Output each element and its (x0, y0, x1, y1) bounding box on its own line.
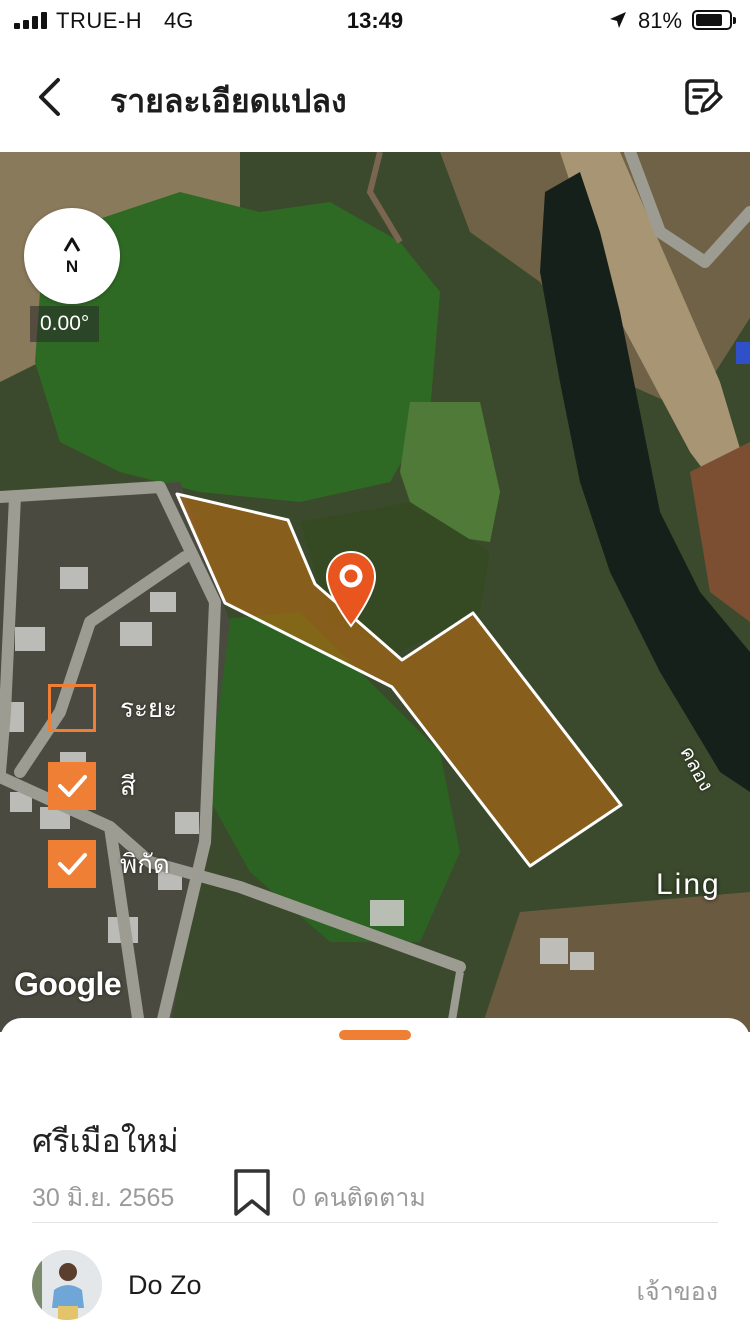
layer-toggle-coordinates[interactable]: พิกัด (48, 840, 170, 888)
follower-count: 0 คนติดตาม (292, 1184, 426, 1212)
checkmark-icon (58, 775, 87, 797)
checkmark-icon (58, 853, 87, 875)
edit-note-icon (685, 79, 723, 115)
color-label: สี (120, 770, 136, 801)
bookmark-icon[interactable] (232, 1168, 272, 1218)
avatar-photo (32, 1250, 102, 1320)
owner-avatar[interactable] (32, 1250, 102, 1320)
divider (32, 1222, 718, 1223)
plot-info-sheet: ศรีเมือใหม่ 30 มิ.ย. 2565 0 คนติดตาม Do … (0, 1018, 750, 1334)
owner-role: เจ้าของ (636, 1278, 718, 1306)
place-label: Ling (656, 868, 721, 901)
map-pin-icon[interactable] (325, 550, 377, 630)
chevron-left-icon (39, 78, 60, 116)
sheet-drag-handle[interactable] (339, 1030, 411, 1040)
page-title: รายละเอียดแปลง (110, 83, 347, 119)
back-button[interactable] (26, 74, 72, 120)
navigation-bar: รายละเอียดแปลง (0, 40, 750, 152)
coordinates-label: พิกัด (120, 848, 170, 879)
layer-toggle-distance[interactable]: ระยะ (48, 684, 177, 732)
distance-checkbox[interactable] (48, 684, 96, 732)
edit-button[interactable] (680, 74, 726, 120)
coordinates-checkbox[interactable] (48, 840, 96, 888)
layer-toggle-color[interactable]: สี (48, 762, 136, 810)
satellite-map[interactable]: N 0.00° ระยะ สี พิกัด คลอง Ling Google (0, 152, 750, 1032)
status-bar: TRUE-H 4G 13:49 81% (0, 0, 750, 40)
battery-level (696, 14, 722, 26)
battery-icon (692, 10, 736, 30)
heading-readout: 0.00° (30, 306, 100, 342)
north-arrow-icon (63, 237, 81, 252)
color-checkbox[interactable] (48, 762, 96, 810)
compass-north-label: N (65, 257, 79, 276)
compass-button[interactable]: N (24, 208, 120, 304)
plot-name: ศรีเมือใหม่ (32, 1123, 179, 1159)
location-arrow-icon (610, 12, 626, 28)
owner-name[interactable]: Do Zo (128, 1270, 202, 1301)
google-attribution: Google (14, 966, 122, 1002)
battery-percentage: 81% (638, 8, 683, 33)
distance-label: ระยะ (120, 692, 178, 723)
plot-date: 30 มิ.ย. 2565 (32, 1184, 175, 1212)
